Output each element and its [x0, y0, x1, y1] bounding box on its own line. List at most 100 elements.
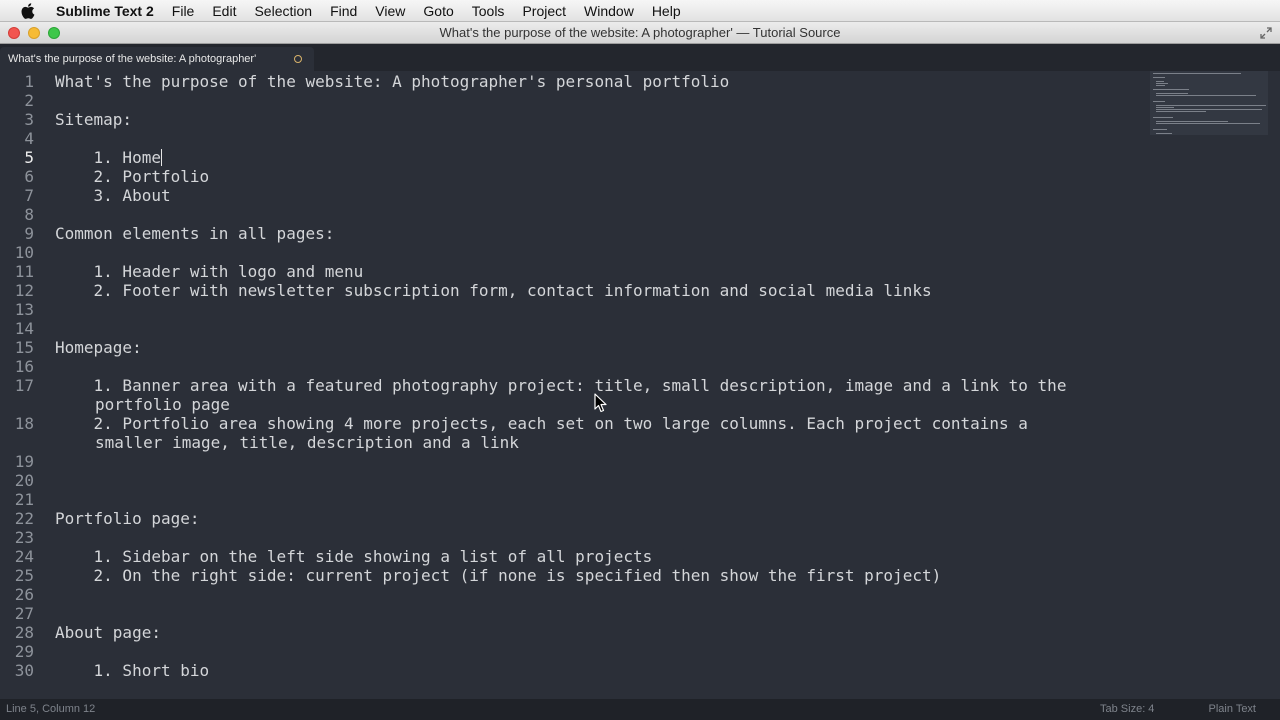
editor-line-wrap: portfolio page [0, 395, 1150, 414]
minimap-line [1156, 121, 1228, 122]
line-text: 1. Home [55, 148, 161, 167]
line-text: 1. Short bio [55, 661, 210, 680]
editor-line: 30 1. Short bio [0, 661, 1150, 680]
menu-view[interactable]: View [366, 3, 414, 19]
menu-edit[interactable]: Edit [203, 3, 245, 19]
line-text: Common elements in all pages: [55, 224, 335, 243]
minimap-line [1156, 123, 1260, 124]
editor-line: 8 [0, 205, 1150, 224]
menu-selection[interactable]: Selection [245, 3, 321, 19]
menu-file[interactable]: File [163, 3, 204, 19]
unsaved-dot-icon[interactable] [294, 55, 302, 63]
editor-line: 13 [0, 300, 1150, 319]
window-title: What's the purpose of the website: A pho… [439, 25, 841, 40]
editor-line: 26 [0, 585, 1150, 604]
line-number: 11 [14, 262, 34, 281]
menu-goto[interactable]: Goto [414, 3, 462, 19]
minimap-line [1153, 117, 1173, 118]
line-text: Portfolio page: [55, 509, 200, 528]
minimap[interactable] [1150, 71, 1268, 135]
line-text: Homepage: [55, 338, 142, 357]
editor-line: 11 1. Header with logo and menu [0, 262, 1150, 281]
line-number: 30 [14, 661, 34, 680]
syntax-selector[interactable]: Plain Text [1209, 703, 1257, 715]
minimap-line [1153, 77, 1165, 78]
line-number: 27 [14, 604, 34, 623]
minimap-line [1153, 73, 1241, 74]
minimap-line [1156, 93, 1188, 94]
minimap-line [1153, 129, 1167, 130]
line-number: 3 [24, 110, 34, 129]
editor-line-current: 5 1. Home [0, 148, 1150, 167]
file-tab[interactable]: What's the purpose of the website: A pho… [0, 47, 314, 71]
editor-line: 19 [0, 452, 1150, 471]
line-number: 24 [14, 547, 34, 566]
fullscreen-icon[interactable] [1260, 27, 1272, 39]
menu-app-name[interactable]: Sublime Text 2 [56, 3, 163, 19]
line-number: 28 [14, 623, 34, 642]
editor-line: 4 [0, 129, 1150, 148]
tab-label: What's the purpose of the website: A pho… [8, 53, 257, 65]
editor-line: 9 Common elements in all pages: [0, 224, 1150, 243]
minimap-line [1156, 133, 1172, 134]
minimap-line [1156, 95, 1256, 96]
mouse-pointer-icon [594, 393, 607, 413]
menu-find[interactable]: Find [321, 3, 366, 19]
line-text: Sitemap: [55, 110, 133, 129]
line-number: 8 [24, 205, 34, 224]
tab-bar: What's the purpose of the website: A pho… [0, 44, 1280, 71]
line-number: 7 [24, 186, 34, 205]
menu-help[interactable]: Help [643, 3, 690, 19]
line-number: 16 [14, 357, 34, 376]
line-number: 25 [14, 566, 34, 585]
editor-line: 18 2. Portfolio area showing 4 more proj… [0, 414, 1150, 433]
editor-line: 12 2. Footer with newsletter subscriptio… [0, 281, 1150, 300]
editor-line: 10 [0, 243, 1150, 262]
line-text: About page: [55, 623, 161, 642]
editor-line: 6 2. Portfolio [0, 167, 1150, 186]
menu-tools[interactable]: Tools [463, 3, 514, 19]
editor-line: 17 1. Banner area with a featured photog… [0, 376, 1150, 395]
status-bar: Line 5, Column 12 Tab Size: 4 Plain Text [0, 699, 1280, 720]
menu-project[interactable]: Project [513, 3, 575, 19]
editor-line: 7 3. About [0, 186, 1150, 205]
line-text-wrapped: smaller image, title, description and a … [95, 433, 519, 452]
line-text: 1. Banner area with a featured photograp… [55, 376, 1067, 395]
line-number: 29 [14, 642, 34, 661]
menu-bar: Sublime Text 2 File Edit Selection Find … [0, 0, 1280, 22]
minimap-line [1156, 107, 1174, 108]
editor-line: 20 [0, 471, 1150, 490]
minimap-line [1156, 105, 1266, 106]
line-text: 1. Header with logo and menu [55, 262, 364, 281]
apple-icon[interactable] [0, 2, 56, 19]
editor-line: 14 [0, 319, 1150, 338]
line-number: 5 [24, 148, 34, 167]
line-number: 26 [14, 585, 34, 604]
line-text: 1. Sidebar on the left side showing a li… [55, 547, 653, 566]
line-text-wrapped: portfolio page [95, 395, 230, 414]
editor-line: 25 2. On the right side: current project… [0, 566, 1150, 585]
line-number: 4 [24, 129, 34, 148]
line-number: 15 [14, 338, 34, 357]
minimap-line [1156, 81, 1164, 82]
text-cursor [160, 149, 162, 166]
minimap-line [1156, 85, 1165, 86]
tab-size-selector[interactable]: Tab Size: 4 [1100, 703, 1154, 715]
line-number: 10 [14, 243, 34, 262]
editor-line: 1 What's the purpose of the website: A ph… [0, 72, 1150, 91]
cursor-position: Line 5, Column 12 [6, 703, 96, 715]
editor-line: 27 [0, 604, 1150, 623]
editor-line: 21 [0, 490, 1150, 509]
line-number: 6 [24, 167, 34, 186]
line-number: 21 [14, 490, 34, 509]
menu-window[interactable]: Window [575, 3, 643, 19]
editor-line: 29 [0, 642, 1150, 661]
editor-line: 23 [0, 528, 1150, 547]
editor-line: 16 [0, 357, 1150, 376]
line-number: 23 [14, 528, 34, 547]
line-text: What's the purpose of the website: A pho… [55, 72, 730, 91]
line-number: 22 [14, 509, 34, 528]
editor[interactable]: 1 What's the purpose of the website: A ph… [0, 71, 1150, 699]
line-number: 9 [24, 224, 34, 243]
editor-line-wrap: smaller image, title, description and a … [0, 433, 1150, 452]
